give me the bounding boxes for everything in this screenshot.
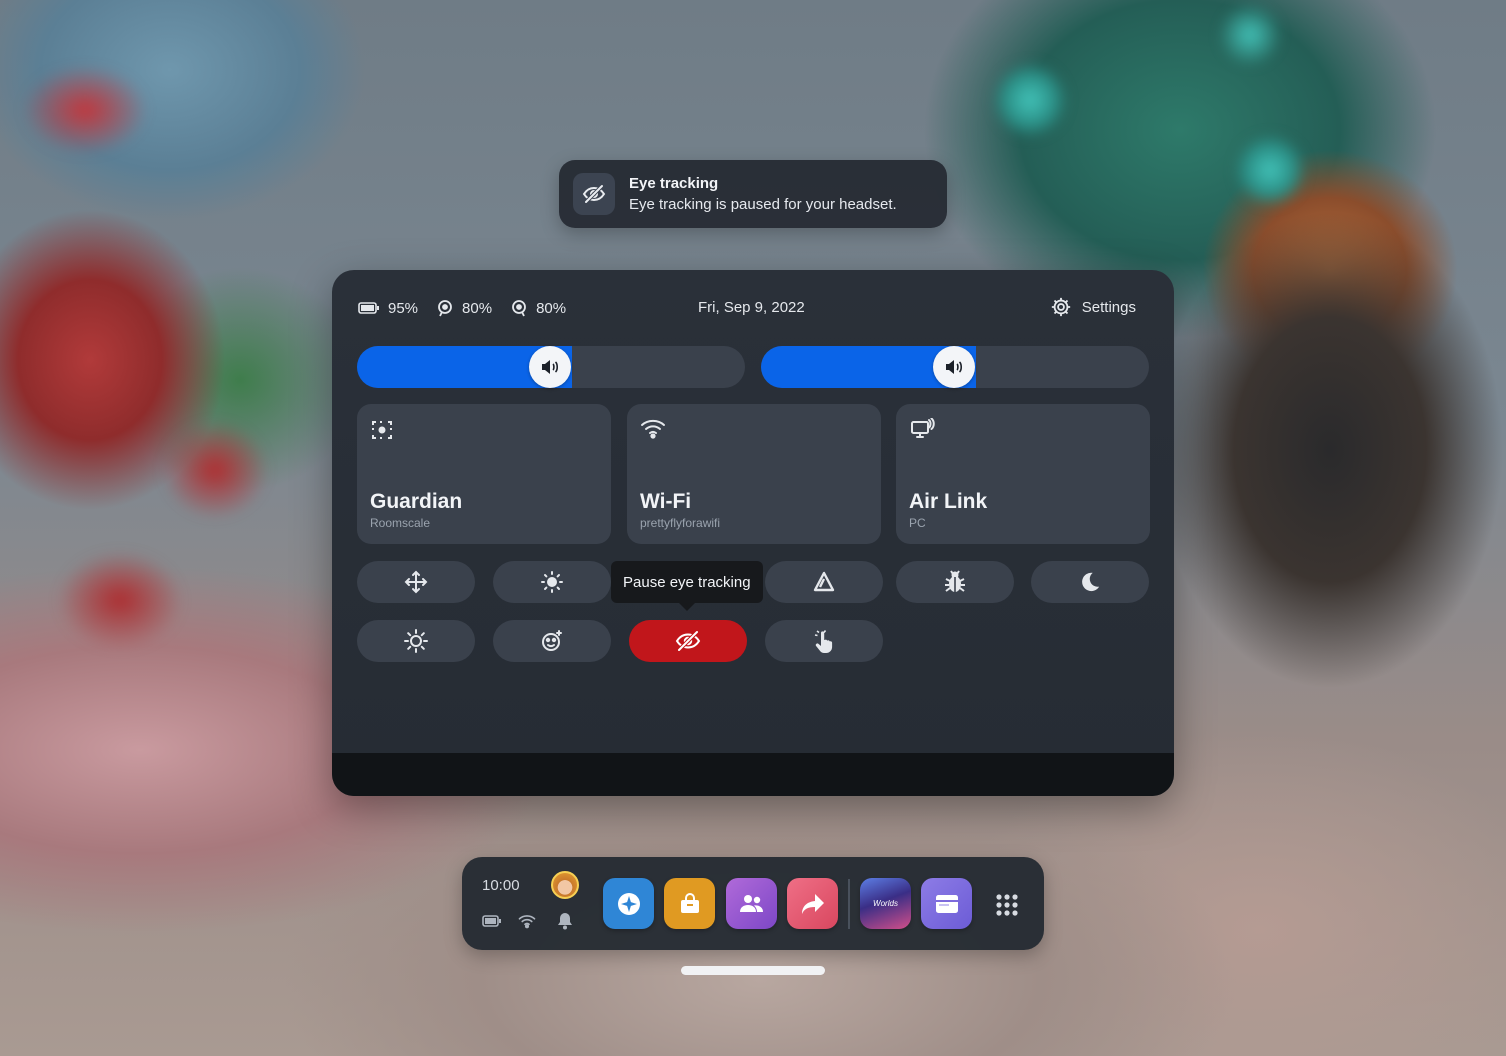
dock-divider xyxy=(848,879,850,929)
wifi-title: Wi-Fi xyxy=(640,490,692,513)
status-bar: 95% 80% 80% Fri, Sep 9, 2022 Settings xyxy=(358,296,1136,320)
left-controller-battery: 80% xyxy=(436,299,492,317)
wifi-icon xyxy=(518,915,536,929)
moon-icon xyxy=(1082,572,1100,592)
home-indicator[interactable] xyxy=(681,966,825,975)
app-library-button[interactable] xyxy=(996,894,1018,921)
share-arrow-icon xyxy=(801,893,824,914)
gear-icon xyxy=(1051,297,1070,317)
panel-footer xyxy=(332,753,1174,796)
date-label: Fri, Sep 9, 2022 xyxy=(698,299,805,316)
night-mode-button[interactable] xyxy=(1031,561,1149,603)
pause-eye-tracking-tooltip: Pause eye tracking xyxy=(611,561,763,611)
air-link-subtitle: PC xyxy=(909,516,926,530)
browser-window-icon xyxy=(935,894,958,913)
dock-clock: 10:00 xyxy=(482,877,520,894)
shopping-bag-icon xyxy=(680,892,699,913)
move-button[interactable] xyxy=(357,561,475,603)
worlds-app-label: Worlds xyxy=(873,899,898,908)
left-controller-value: 80% xyxy=(462,299,493,317)
guardian-title: Guardian xyxy=(370,490,463,513)
volume-slider-knob[interactable] xyxy=(529,346,571,388)
headset-battery: 95% xyxy=(358,300,418,317)
face-tracking-button[interactable] xyxy=(493,620,611,662)
universal-menu-dock: 10:00 Worlds xyxy=(462,857,1044,950)
brightness-button[interactable] xyxy=(493,561,611,603)
people-app[interactable] xyxy=(726,878,777,929)
toast-message: Eye tracking is paused for your headset. xyxy=(629,196,897,213)
battery-icon xyxy=(358,302,379,314)
right-controller-battery: 80% xyxy=(510,299,566,317)
guardian-icon xyxy=(372,421,392,439)
bell-icon[interactable] xyxy=(557,912,573,930)
headset-battery-value: 95% xyxy=(388,299,419,317)
people-icon xyxy=(739,894,763,912)
right-controller-icon xyxy=(512,300,526,317)
quick-settings-panel: 95% 80% 80% Fri, Sep 9, 2022 Settings Gu… xyxy=(332,270,1174,796)
speaker-icon xyxy=(946,360,963,374)
left-controller-icon xyxy=(438,300,452,317)
guardian-subtitle: Roomscale xyxy=(370,516,431,530)
eye-off-icon xyxy=(675,630,701,652)
wifi-icon xyxy=(641,419,665,439)
avatar[interactable] xyxy=(551,871,579,899)
bug-report-button[interactable] xyxy=(896,561,1014,603)
grid-icon xyxy=(996,894,1018,916)
sun-outline-icon xyxy=(404,629,428,653)
compass-icon xyxy=(617,892,640,915)
move-icon xyxy=(404,570,428,594)
settings-label: Settings xyxy=(1081,298,1136,316)
bug-icon xyxy=(945,570,965,592)
share-app[interactable] xyxy=(787,878,838,929)
boundary-button[interactable] xyxy=(765,561,883,603)
volume-slider[interactable] xyxy=(357,346,745,388)
pause-eye-tracking-button[interactable] xyxy=(629,620,747,662)
triangle-icon xyxy=(813,571,835,592)
guardian-tile[interactable]: Guardian Roomscale xyxy=(357,404,611,544)
speaker-icon xyxy=(542,360,559,374)
explore-app[interactable] xyxy=(603,878,654,929)
battery-icon xyxy=(482,915,501,927)
air-link-title: Air Link xyxy=(909,490,988,513)
air-link-tile[interactable]: Air Link PC xyxy=(896,404,1150,544)
hand-pointer-icon xyxy=(814,630,833,653)
eye-tracking-toast: Eye tracking Eye tracking is paused for … xyxy=(559,160,947,228)
passthrough-button[interactable] xyxy=(357,620,475,662)
wifi-tile[interactable]: Wi-Fi prettyflyforawifi xyxy=(627,404,881,544)
air-link-icon xyxy=(911,417,935,438)
hand-tracking-button[interactable] xyxy=(765,620,883,662)
secondary-volume-slider-knob[interactable] xyxy=(933,346,975,388)
horizon-worlds-app[interactable]: Worlds xyxy=(860,878,911,929)
face-icon xyxy=(542,630,562,651)
browser-app[interactable] xyxy=(921,878,972,929)
store-app[interactable] xyxy=(664,878,715,929)
wifi-subtitle: prettyflyforawifi xyxy=(640,516,721,530)
brightness-icon xyxy=(541,571,563,593)
eye-off-icon xyxy=(573,173,615,215)
secondary-volume-slider[interactable] xyxy=(761,346,1149,388)
toast-title: Eye tracking xyxy=(629,175,719,192)
settings-button[interactable]: Settings xyxy=(1050,296,1136,318)
right-controller-value: 80% xyxy=(536,299,567,317)
